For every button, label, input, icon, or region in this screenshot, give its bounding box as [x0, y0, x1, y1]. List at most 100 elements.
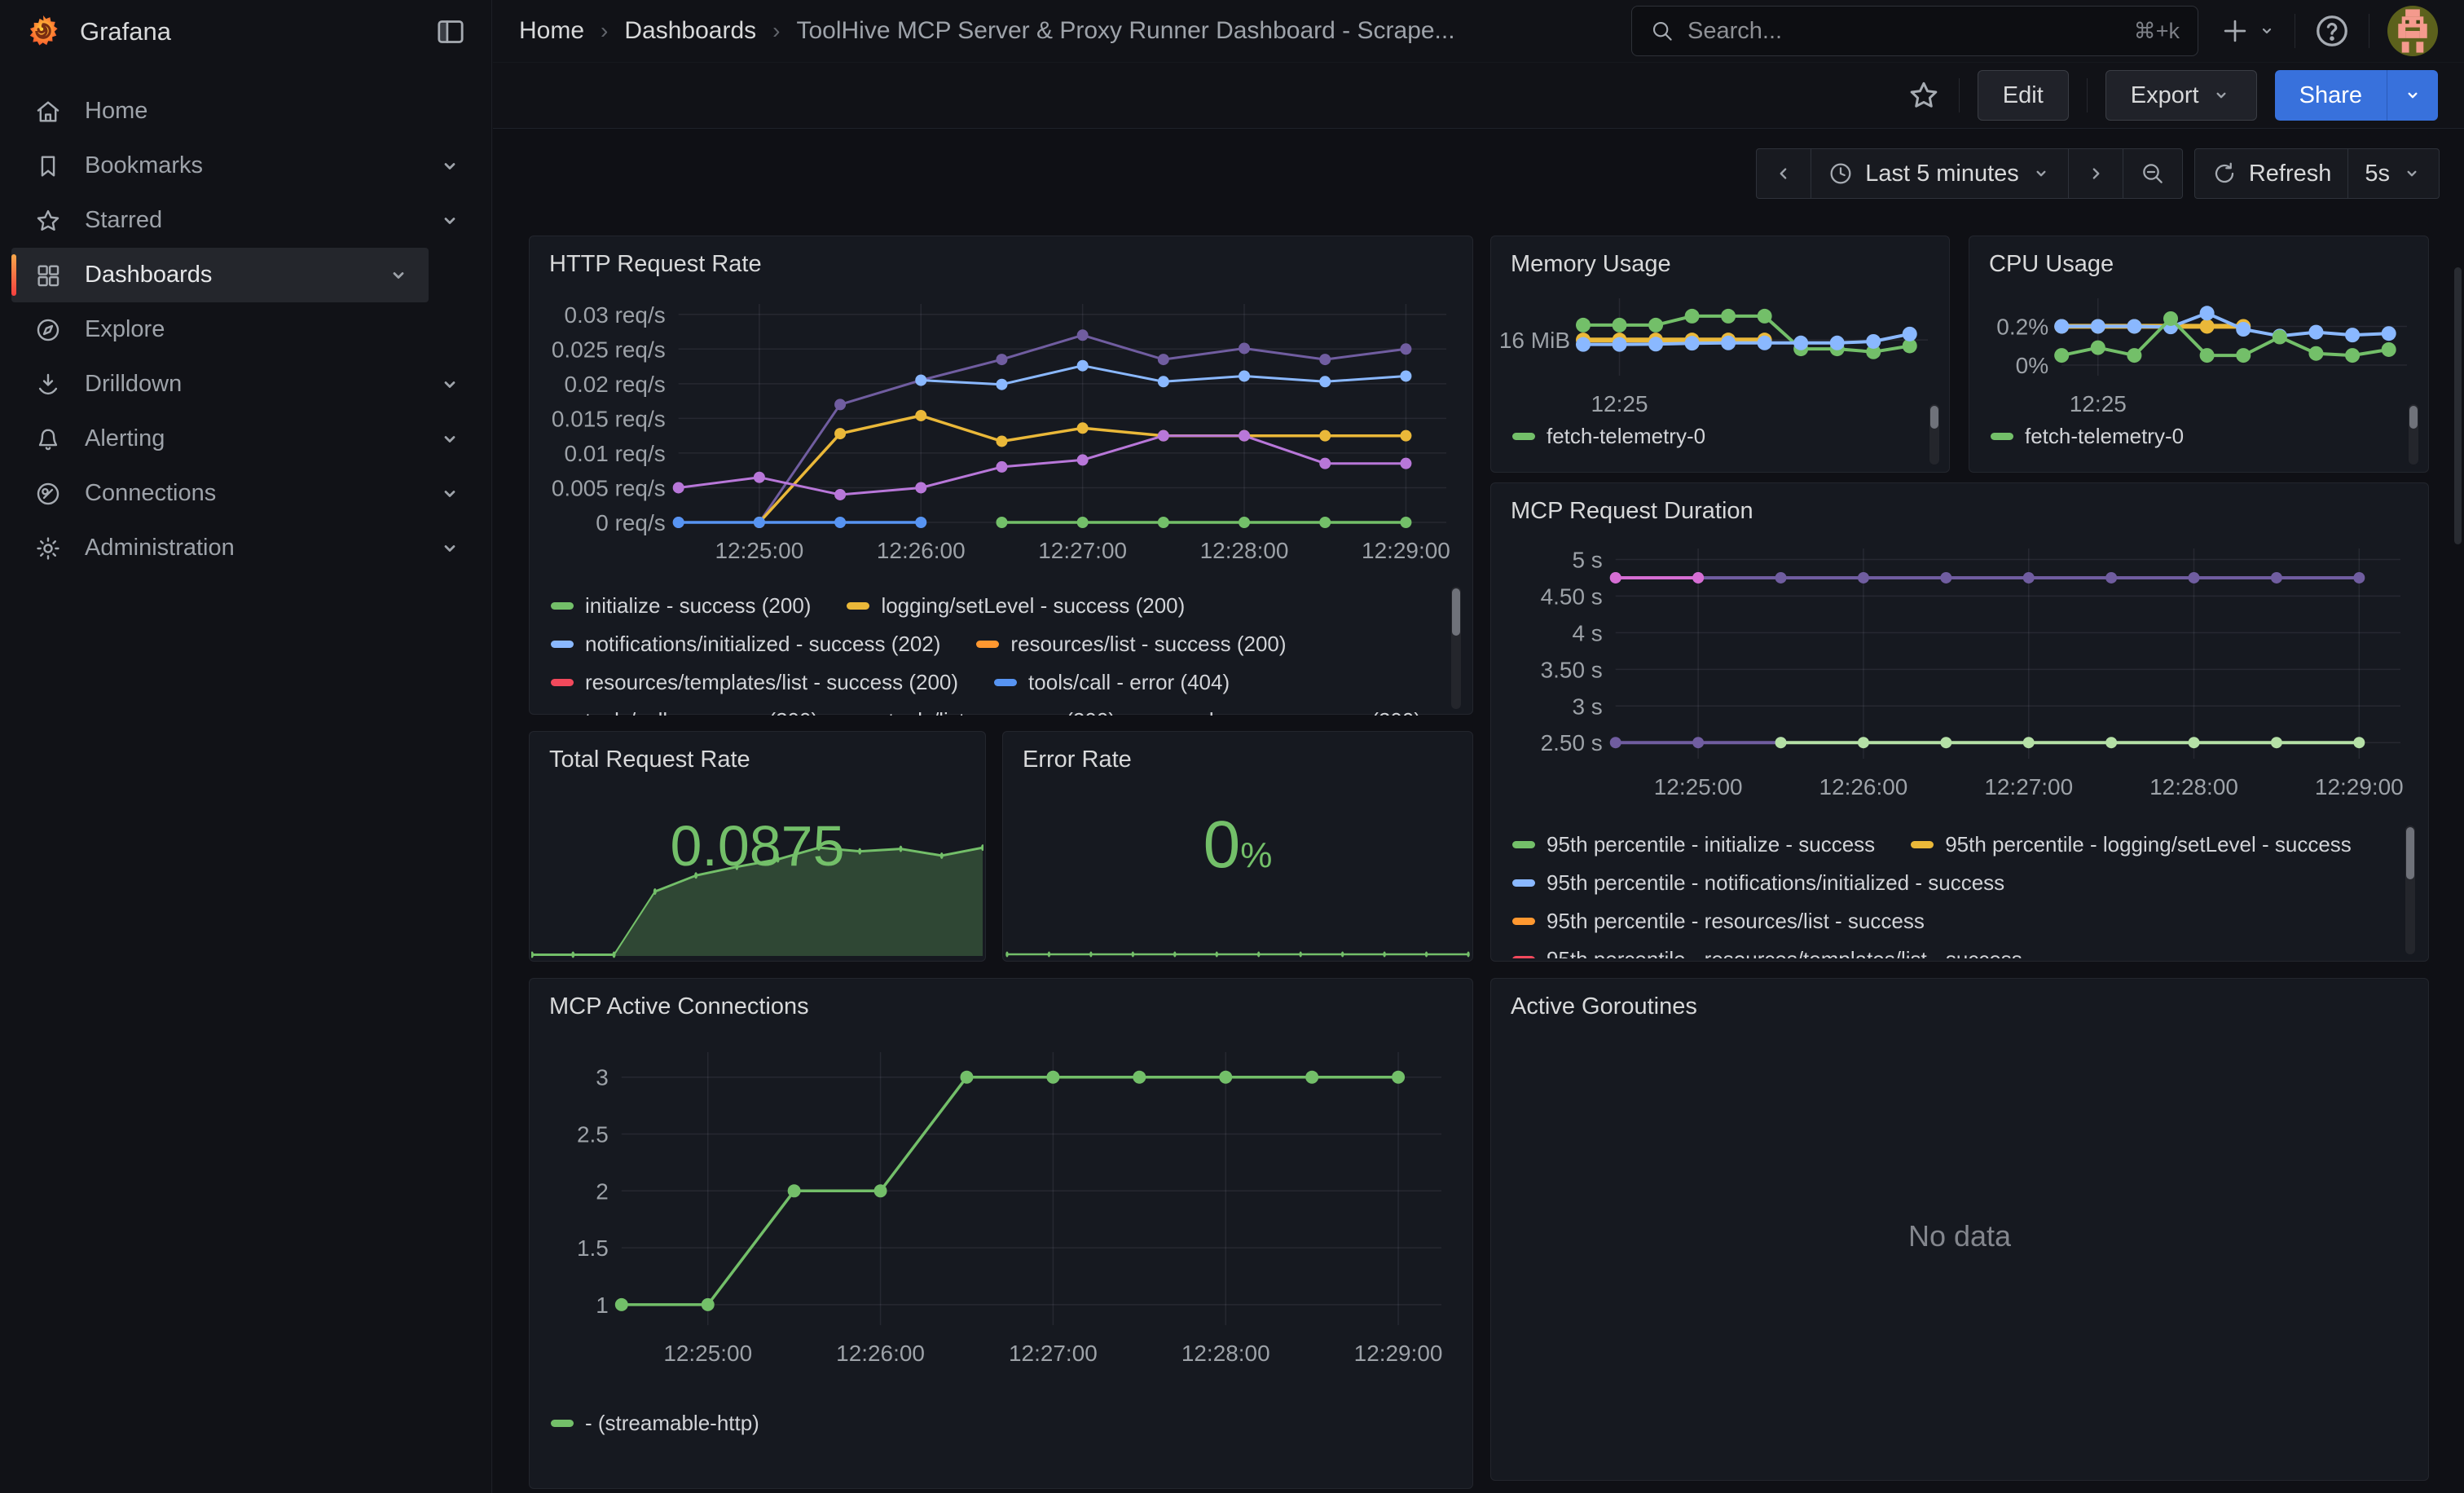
svg-text:12:25:00: 12:25:00 — [1654, 774, 1743, 799]
svg-text:12:28:00: 12:28:00 — [2149, 774, 2238, 799]
svg-text:0.015 req/s: 0.015 req/s — [552, 406, 666, 431]
memory-usage-chart[interactable]: 12:2516 MiB — [1498, 274, 1938, 412]
legend-item[interactable]: fetch-telemetry-0 — [1991, 424, 2184, 449]
share-split-button: Share — [2275, 70, 2438, 121]
sidebar-item-drilldown[interactable]: Drilldown — [11, 357, 480, 412]
add-new-button[interactable] — [2220, 15, 2277, 46]
http-request-rate-chart[interactable]: 12:25:0012:26:0012:27:0012:28:0012:29:00… — [536, 284, 1456, 584]
sidebar-item-connections[interactable]: Connections — [11, 466, 480, 521]
breadcrumb-dashboards[interactable]: Dashboards — [624, 17, 756, 45]
cpu-usage-chart[interactable]: 12:250.2%0% — [1976, 274, 2417, 412]
chevron-down-icon — [386, 263, 411, 288]
scrollbar-thumb[interactable] — [2409, 406, 2418, 429]
time-range-picker[interactable]: Last 5 minutes — [1811, 148, 2069, 199]
panel-title[interactable]: Error Rate — [1023, 746, 1132, 773]
breadcrumb-separator: › — [601, 18, 608, 44]
sidebar-item-home[interactable]: Home — [11, 84, 480, 139]
legend-item[interactable]: tools/call - success (200) — [551, 708, 818, 716]
svg-text:0.01 req/s: 0.01 req/s — [564, 441, 665, 466]
sidebar-toggle-icon[interactable] — [434, 15, 467, 48]
refresh-label: Refresh — [2249, 161, 2332, 187]
scrollbar-thumb[interactable] — [1930, 406, 1938, 429]
avatar-image — [2387, 6, 2438, 56]
bookmark-icon — [34, 152, 62, 180]
panel-title[interactable]: HTTP Request Rate — [549, 251, 762, 278]
panel-title[interactable]: MCP Request Duration — [1511, 498, 1753, 525]
chevron-down-icon — [438, 427, 462, 451]
series-swatch — [551, 641, 574, 648]
legend-item[interactable]: unknown - success (200) — [1151, 708, 1421, 716]
panel-title[interactable]: Total Request Rate — [549, 746, 750, 773]
grafana-logo-icon — [24, 13, 62, 51]
svg-text:12:27:00: 12:27:00 — [1984, 774, 2073, 799]
compass-icon — [34, 316, 62, 344]
edit-button[interactable]: Edit — [1978, 70, 2069, 121]
time-shift-back-button[interactable] — [1756, 148, 1811, 199]
legend-row-clipped: tools/call - success (200) tools/list - … — [551, 702, 1440, 716]
star-icon — [1907, 78, 1941, 112]
sidebar-item-bookmarks[interactable]: Bookmarks — [11, 139, 480, 193]
series-swatch — [1512, 433, 1535, 440]
favorite-star-button[interactable] — [1907, 78, 1941, 112]
svg-text:4.50 s: 4.50 s — [1541, 584, 1603, 609]
panel-title[interactable]: MCP Active Connections — [549, 993, 809, 1020]
refresh-group: Refresh 5s — [2194, 148, 2440, 199]
gear-icon — [34, 535, 62, 562]
legend-item[interactable]: 95th percentile - initialize - success — [1512, 832, 1875, 857]
svg-text:12:25: 12:25 — [2070, 391, 2127, 412]
sidebar-item-administration[interactable]: Administration — [11, 521, 480, 575]
mcp-active-connections-chart[interactable]: 12:25:0012:26:0012:27:0012:28:0012:29:00… — [536, 1028, 1456, 1394]
legend-item[interactable]: logging/setLevel - success (200) — [847, 593, 1185, 619]
legend-item[interactable]: notifications/initialized - success (202… — [551, 632, 940, 657]
panel-error-rate: Error Rate 0% — [1002, 731, 1473, 962]
chevron-down-icon — [438, 536, 462, 561]
refresh-interval-picker[interactable]: 5s — [2348, 148, 2440, 199]
panel-mcp-request-duration: MCP Request Duration 12:25:0012:26:0012:… — [1490, 482, 2429, 962]
scrollbar-thumb[interactable] — [2406, 827, 2414, 879]
sidebar-item-alerting[interactable]: Alerting — [11, 412, 480, 466]
series-swatch — [1911, 841, 1934, 848]
page-scrollbar-thumb[interactable] — [2454, 267, 2462, 544]
sidebar-item-label: Administration — [85, 535, 415, 562]
cpu-legend: fetch-telemetry-0 — [1991, 417, 2379, 466]
export-label: Export — [2131, 82, 2199, 109]
sidebar-item-starred[interactable]: Starred — [11, 193, 480, 248]
series-swatch — [551, 679, 574, 686]
legend-item[interactable]: 95th percentile - resources/templates/li… — [1512, 947, 2022, 958]
user-avatar[interactable] — [2387, 6, 2438, 56]
legend-item[interactable]: tools/call - error (404) — [994, 670, 1230, 695]
legend-item[interactable]: 95th percentile - notifications/initiali… — [1512, 870, 2004, 896]
legend-label: logging/setLevel - success (200) — [881, 593, 1185, 619]
legend-scrollbar — [2405, 826, 2415, 954]
panel-title[interactable]: Active Goroutines — [1511, 993, 1697, 1020]
dashboard-toolbar: Edit Export Share — [493, 63, 2464, 129]
legend-item[interactable]: resources/list - success (200) — [976, 632, 1286, 657]
legend-item[interactable]: - (streamable-http) — [551, 1411, 759, 1436]
scrollbar-thumb[interactable] — [1452, 588, 1460, 636]
svg-text:16 MiB: 16 MiB — [1499, 328, 1570, 353]
time-shift-forward-button[interactable] — [2069, 148, 2123, 199]
legend-item[interactable]: 95th percentile - logging/setLevel - suc… — [1911, 832, 2352, 857]
sidebar-item-explore[interactable]: Explore — [11, 302, 480, 357]
sidebar-item-label: Bookmarks — [85, 152, 415, 179]
legend-item[interactable]: resources/templates/list - success (200) — [551, 670, 958, 695]
legend-item[interactable]: tools/list - success (200) — [854, 708, 1115, 716]
refresh-icon — [2211, 161, 2237, 187]
export-button[interactable]: Export — [2105, 70, 2257, 121]
legend-item[interactable]: 95th percentile - resources/list - succe… — [1512, 909, 1925, 934]
breadcrumb-home[interactable]: Home — [519, 17, 584, 45]
legend-item[interactable]: fetch-telemetry-0 — [1512, 424, 1705, 449]
legend-label: tools/call - error (404) — [1028, 670, 1230, 695]
search-input[interactable]: Search... ⌘+k — [1631, 6, 2198, 56]
share-button[interactable]: Share — [2275, 70, 2387, 121]
mcp-request-duration-chart[interactable]: 12:25:0012:26:0012:27:0012:28:0012:29:00… — [1498, 527, 2412, 817]
error-rate-sparkline[interactable] — [1005, 938, 1471, 959]
share-dropdown-button[interactable] — [2387, 70, 2438, 121]
legend-item[interactable]: initialize - success (200) — [551, 593, 811, 619]
sidebar-item-dashboards[interactable]: Dashboards — [11, 248, 429, 302]
series-swatch — [551, 602, 574, 610]
help-button[interactable] — [2313, 12, 2351, 50]
svg-text:12:29:00: 12:29:00 — [1362, 538, 1450, 563]
zoom-out-button[interactable] — [2123, 148, 2183, 199]
refresh-button[interactable]: Refresh — [2194, 148, 2349, 199]
